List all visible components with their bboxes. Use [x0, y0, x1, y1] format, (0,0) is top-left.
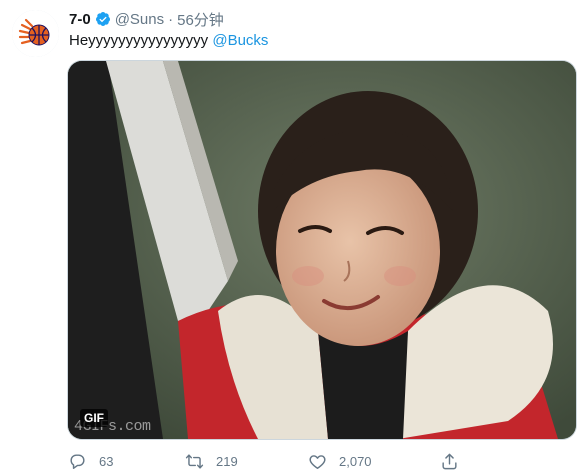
- reply-button[interactable]: 63: [68, 452, 113, 471]
- reply-icon: [70, 453, 85, 469]
- verified-badge-icon: [95, 11, 111, 27]
- share-icon: [442, 453, 457, 469]
- gif-badge: GIF: [80, 409, 108, 427]
- retweet-count: 219: [216, 453, 238, 469]
- like-count: 2,070: [339, 453, 372, 469]
- tweet-card[interactable]: 7-0 @Suns · 56分钟 Heyyyyyyyyyyyyyyyy @Buc…: [0, 0, 586, 476]
- gif-media[interactable]: 4GIFs.com GIF: [68, 61, 576, 439]
- tweet-actions: 63 219 2,070: [68, 449, 488, 473]
- user-handle[interactable]: @Suns: [115, 11, 164, 28]
- retweet-icon: [185, 453, 204, 469]
- timestamp[interactable]: 56分钟: [177, 9, 224, 30]
- gif-frame-image: [68, 61, 576, 439]
- reply-count: 63: [99, 453, 114, 469]
- display-name[interactable]: 7-0: [69, 11, 91, 28]
- suns-logo-icon[interactable]: [12, 10, 59, 57]
- like-button[interactable]: 2,070: [308, 452, 372, 471]
- heart-icon: [309, 454, 326, 469]
- tweet-text: Heyyyyyyyyyyyyyyyy @Bucks: [69, 31, 268, 51]
- tweet-body: Heyyyyyyyyyyyyyyyy: [69, 32, 209, 49]
- separator-dot: ·: [168, 10, 174, 28]
- tweet-header: 7-0 @Suns · 56分钟: [69, 9, 224, 29]
- share-button[interactable]: [440, 452, 459, 471]
- mention-link[interactable]: @Bucks: [212, 32, 268, 49]
- retweet-button[interactable]: 219: [185, 452, 238, 471]
